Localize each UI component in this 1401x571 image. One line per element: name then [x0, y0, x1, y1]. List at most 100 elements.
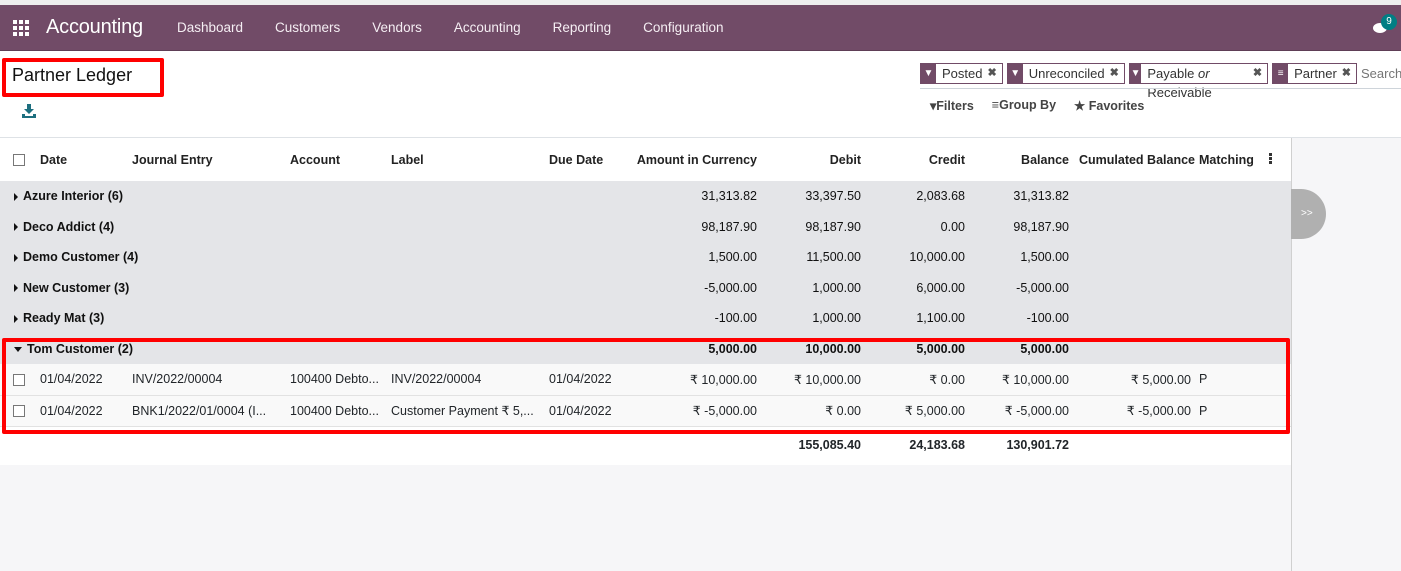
caret-right-icon	[14, 284, 18, 293]
group-row[interactable]: Azure Interior (6) 31,313.82 33,397.50 2…	[0, 181, 1291, 212]
cell-due-date: 01/04/2022	[549, 403, 612, 418]
col-balance[interactable]: Balance	[973, 138, 1077, 181]
cell-balance: ₹ -5,000.00	[1004, 404, 1069, 418]
star-icon: ★	[1074, 99, 1089, 113]
cell-cumulated-balance: ₹ -5,000.00	[1126, 404, 1191, 418]
caret-right-icon	[14, 314, 18, 323]
group-name: Ready Mat (3)	[23, 311, 105, 326]
col-matching[interactable]: Matching	[1199, 138, 1269, 181]
group-row[interactable]: Demo Customer (4) 1,500.00 11,500.00 10,…	[0, 242, 1291, 273]
close-icon[interactable]: ✖	[1342, 64, 1356, 83]
group-name: Tom Customer (2)	[27, 341, 134, 356]
caret-right-icon	[14, 223, 18, 232]
control-panel: Partner Ledger ▼ Posted ✖ ▼ Unreconciled…	[0, 51, 1401, 138]
facet-posted[interactable]: ▼ Posted ✖	[920, 63, 1003, 84]
list-view: Date Journal Entry Account Label Due Dat…	[0, 138, 1291, 464]
group-amount-currency: 5,000.00	[708, 341, 757, 356]
total-credit: 24,183.68	[909, 438, 965, 453]
close-icon[interactable]: ✖	[1253, 64, 1267, 83]
cell-debit: ₹ 10,000.00	[793, 372, 861, 387]
table-row[interactable]: 01/04/2022 BNK1/2022/01/0004 (I... 10040…	[0, 395, 1291, 426]
table-header: Date Journal Entry Account Label Due Dat…	[0, 138, 1291, 181]
group-name: Azure Interior (6)	[23, 189, 124, 204]
facet-partner[interactable]: ≡ Partner ✖	[1272, 63, 1357, 84]
app-title[interactable]: Accounting	[46, 16, 143, 39]
menu-vendors[interactable]: Vendors	[356, 20, 438, 35]
group-debit: 33,397.50	[805, 189, 861, 204]
search-input[interactable]	[1361, 66, 1401, 81]
cell-journal-entry: BNK1/2022/01/0004 (I...	[132, 403, 267, 418]
group-by-icon: ≡	[991, 98, 1000, 112]
group-debit: 11,500.00	[806, 250, 861, 265]
select-all-checkbox[interactable]	[13, 154, 25, 167]
chat-badge-count: 9	[1381, 14, 1397, 30]
row-checkbox[interactable]	[13, 373, 25, 386]
col-journal-entry[interactable]: Journal Entry	[132, 138, 290, 181]
facet-label: Payable or Receivable	[1141, 64, 1253, 100]
group-row[interactable]: New Customer (3) -5,000.00 1,000.00 6,00…	[0, 272, 1291, 303]
menu-dashboard[interactable]: Dashboard	[161, 20, 259, 35]
cell-journal-entry: INV/2022/00004	[132, 372, 223, 387]
apps-menu-icon[interactable]	[13, 19, 31, 37]
facet-label: Unreconciled	[1028, 66, 1105, 81]
col-debit[interactable]: Debit	[765, 138, 869, 181]
messaging-button[interactable]: 9	[1373, 14, 1397, 35]
caret-right-icon	[14, 192, 18, 201]
group-amount-currency: 98,187.90	[701, 219, 757, 234]
filter-icon: ▼	[1129, 64, 1142, 83]
col-credit[interactable]: Credit	[869, 138, 973, 181]
close-icon[interactable]: ✖	[1110, 64, 1124, 83]
filter-icon: ▼	[1007, 64, 1023, 83]
total-debit: 155,085.40	[798, 438, 861, 453]
table-row[interactable]: 01/04/2022 INV/2022/00004 100400 Debto..…	[0, 364, 1291, 395]
group-debit: 98,187.90	[805, 219, 861, 234]
group-balance: -100.00	[1026, 311, 1069, 326]
group-credit: 2,083.68	[916, 189, 965, 204]
row-checkbox[interactable]	[13, 405, 25, 418]
group-balance: 1,500.00	[1020, 250, 1069, 265]
page-title: Partner Ledger	[12, 65, 133, 85]
filter-icon: ▼	[921, 64, 936, 83]
search-facets: ▼ Posted ✖ ▼ Unreconciled ✖ ▼ Payable or…	[920, 63, 1401, 100]
group-row[interactable]: Ready Mat (3) -100.00 1,000.00 1,100.00 …	[0, 303, 1291, 334]
group-balance: 98,187.90	[1013, 219, 1069, 234]
optional-columns-icon[interactable]	[1269, 152, 1272, 165]
filters-label: Filters	[936, 99, 974, 113]
group-row[interactable]: Tom Customer (2) 5,000.00 10,000.00 5,00…	[0, 333, 1291, 364]
cell-credit: ₹ 0.00	[929, 372, 965, 387]
facet-payable-receivable[interactable]: ▼ Payable or Receivable ✖	[1128, 63, 1269, 100]
side-panel-toggle[interactable]: >>	[1291, 189, 1326, 239]
cell-amount-currency: ₹ -5,000.00	[692, 404, 757, 418]
group-row[interactable]: Deco Addict (4) 98,187.90 98,187.90 0.00…	[0, 211, 1291, 242]
menu-accounting[interactable]: Accounting	[438, 20, 537, 35]
cell-debit: ₹ 0.00	[825, 404, 861, 418]
col-cumulated-balance[interactable]: Cumulated Balance	[1077, 138, 1199, 181]
total-balance: 130,901.72	[1006, 438, 1069, 453]
col-account[interactable]: Account	[290, 138, 391, 181]
col-due-date[interactable]: Due Date	[549, 138, 629, 181]
group-amount-currency: 1,500.00	[708, 250, 757, 265]
cell-due-date: 01/04/2022	[549, 372, 612, 387]
menu-configuration[interactable]: Configuration	[627, 20, 739, 35]
filters-button[interactable]: ▾Filters	[930, 98, 974, 113]
totals-row: 155,085.40 24,183.68 130,901.72	[0, 426, 1291, 464]
group-name: Demo Customer (4)	[23, 250, 139, 265]
col-date[interactable]: Date	[40, 138, 132, 181]
facet-unreconciled[interactable]: ▼ Unreconciled ✖	[1006, 63, 1125, 84]
close-icon[interactable]: ✖	[987, 64, 1001, 83]
facet-label-or: or	[1198, 66, 1210, 81]
favorites-button[interactable]: ★ Favorites	[1074, 98, 1144, 113]
group-credit: 6,000.00	[916, 280, 965, 295]
menu-customers[interactable]: Customers	[259, 20, 356, 35]
menu-reporting[interactable]: Reporting	[537, 20, 628, 35]
group-debit: 1,000.00	[812, 280, 861, 295]
col-amount-currency[interactable]: Amount in Currency	[629, 138, 765, 181]
cell-matching: P	[1199, 372, 1208, 387]
col-label[interactable]: Label	[391, 138, 549, 181]
download-icon[interactable]	[22, 104, 36, 118]
group-balance: 5,000.00	[1020, 341, 1069, 356]
group-credit: 10,000.00	[909, 250, 965, 265]
group-balance: 31,313.82	[1013, 189, 1069, 204]
group-by-button[interactable]: ≡Group By	[992, 98, 1056, 113]
cell-date: 01/04/2022	[40, 403, 103, 418]
